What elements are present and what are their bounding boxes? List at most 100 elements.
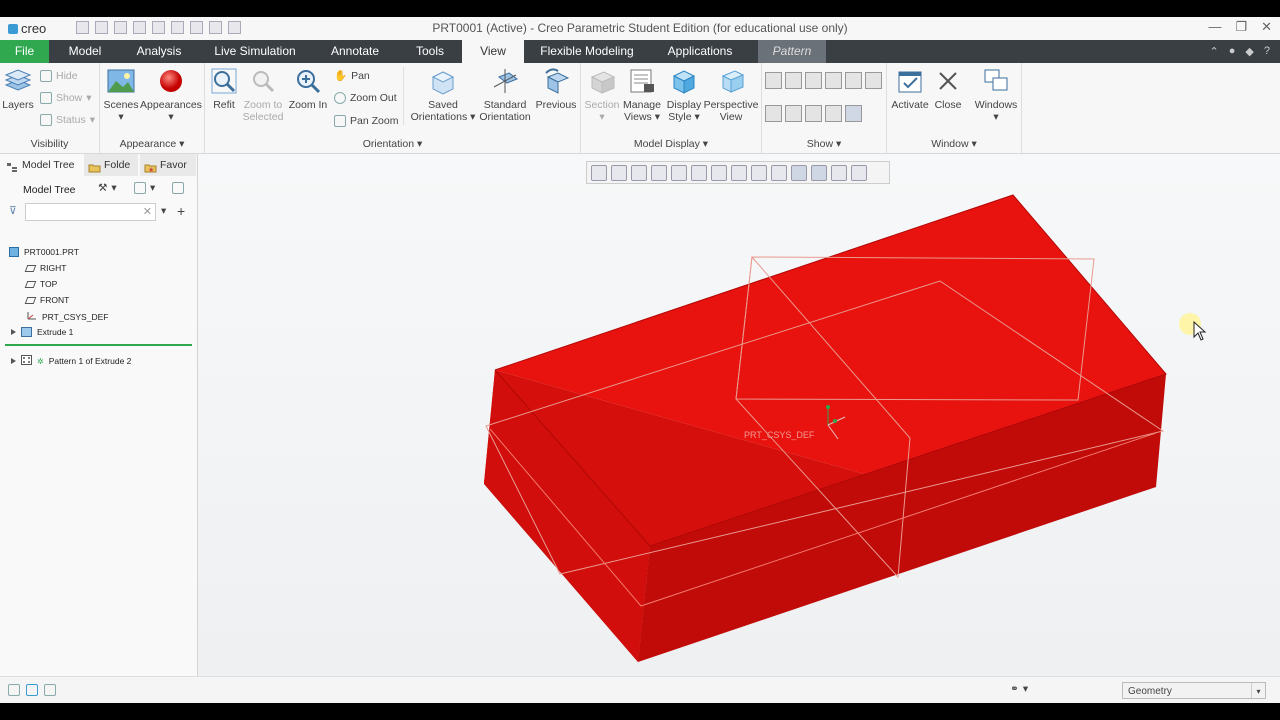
browser-icon[interactable] [26, 684, 38, 696]
hide-button[interactable]: Hide [40, 70, 78, 82]
chevron-down-icon: ▾ [86, 92, 92, 104]
csys-display-icon[interactable] [825, 72, 842, 89]
point-tag-icon[interactable] [785, 105, 802, 122]
annotation-display-icon[interactable] [865, 72, 882, 89]
tree-item-top[interactable]: TOP [24, 279, 57, 289]
plane-display-icon[interactable] [765, 72, 782, 89]
tree-item-pattern[interactable]: ✲ Pattern 1 of Extrude 2 [11, 355, 131, 367]
minimize-ribbon-icon[interactable]: ⌃ [1210, 45, 1219, 58]
community-icon[interactable]: ◆ [1245, 45, 1253, 58]
pan-zoom-button[interactable]: Pan Zoom [334, 115, 398, 127]
tree-tools-button[interactable]: ⚒ ▾ [98, 182, 117, 194]
find-button[interactable]: ⚭ ▾ [1010, 683, 1028, 695]
appearances-button[interactable]: Appearances ▾ [140, 67, 202, 123]
tree-item-right[interactable]: RIGHT [24, 263, 66, 273]
csys-tag-icon[interactable] [805, 105, 822, 122]
filter-options-button[interactable]: ▾ [161, 205, 166, 217]
close-button[interactable]: Close [931, 67, 965, 111]
point-display-icon[interactable] [805, 72, 822, 89]
show-button[interactable]: Show ▾ [40, 92, 92, 104]
tab-folder-browser[interactable]: Folde [84, 154, 138, 176]
help-icon[interactable]: ? [1264, 45, 1270, 58]
navigator-panel: Model Tree Folde ★ Favor Model Tree ⚒ ▾ … [0, 154, 198, 676]
svg-text:★: ★ [148, 166, 154, 173]
group-model-display: Section ▾ Manage Views ▾ Display Style ▾ [581, 63, 762, 153]
show-settings-button[interactable]: ▾ [134, 182, 155, 194]
tab-applications[interactable]: Applications [655, 40, 745, 63]
group-label[interactable]: Model Display ▾ [581, 138, 761, 150]
model-canvas: PRT_CSYS_DEF [484, 194, 1207, 662]
tab-annotate[interactable]: Annotate [318, 40, 392, 63]
favorites-icon: ★ [144, 159, 157, 174]
graphics-area[interactable]: PRT_CSYS_DEF [198, 154, 1280, 676]
tab-flexible-modeling[interactable]: Flexible Modeling [531, 40, 643, 63]
windows-button[interactable]: Windows ▾ [973, 67, 1019, 123]
tab-analysis[interactable]: Analysis [127, 40, 191, 63]
scenes-button[interactable]: Scenes ▾ [102, 67, 140, 123]
csys-label: PRT_CSYS_DEF [744, 430, 815, 440]
creo-window: creo PRT0001 (Active) - Creo Parametric … [0, 17, 1280, 703]
perspective-view-button[interactable]: Perspective View [703, 67, 759, 123]
zoom-out-button[interactable]: Zoom Out [334, 92, 397, 104]
expand-icon[interactable] [11, 329, 16, 335]
chevron-down-icon: ▾ [599, 111, 605, 123]
tab-favorites[interactable]: ★ Favor [140, 154, 196, 176]
section-button[interactable]: Section ▾ [583, 67, 621, 123]
pan-button[interactable]: ✋ Pan [334, 69, 370, 83]
clear-search-icon[interactable]: ✕ [143, 205, 152, 218]
minimize-icon[interactable]: — [1208, 19, 1221, 35]
tab-view[interactable]: View [462, 40, 524, 63]
tree-item-front[interactable]: FRONT [24, 295, 69, 305]
group-label[interactable]: Orientation ▾ [205, 138, 580, 150]
full-screen-icon[interactable] [44, 684, 56, 696]
add-filter-icon[interactable]: + [177, 203, 185, 219]
filter-icon[interactable]: ⊽ [9, 205, 17, 217]
toggle-navigator-icon[interactable] [8, 684, 20, 696]
chevron-down-icon: ▾ [168, 111, 174, 123]
tree-item-csys[interactable]: PRT_CSYS_DEF [26, 311, 108, 323]
group-label: Visibility [30, 138, 69, 150]
zoom-in-icon [294, 67, 322, 95]
spin-center-icon[interactable] [825, 105, 842, 122]
tree-columns-button[interactable] [172, 182, 184, 194]
group-label[interactable]: Show ▾ [762, 138, 886, 150]
status-button[interactable]: Status ▾ [40, 114, 95, 126]
layers-button[interactable]: Layers [2, 67, 34, 111]
display-style-button[interactable]: Display Style ▾ [665, 67, 703, 123]
tab-file[interactable]: File [0, 40, 49, 63]
tab-tools[interactable]: Tools [405, 40, 455, 63]
chevron-down-icon: ▾ [118, 111, 124, 123]
manage-views-button[interactable]: Manage Views ▾ [621, 67, 663, 123]
axis-tag-icon[interactable] [765, 105, 782, 122]
group-label[interactable]: Window ▾ [887, 138, 1021, 150]
plane-tag-icon[interactable] [845, 72, 862, 89]
tree-item-extrude-1[interactable]: Extrude 1 [11, 327, 73, 337]
tab-model-tree[interactable]: Model Tree [2, 154, 82, 176]
insert-indicator[interactable] [5, 344, 192, 346]
close-icon[interactable]: ✕ [1261, 19, 1272, 35]
tab-live-simulation[interactable]: Live Simulation [205, 40, 305, 63]
chevron-down-icon: ▾ [993, 111, 999, 123]
zoom-to-selected-button[interactable]: Zoom to Selected [241, 67, 285, 123]
saved-orientations-button[interactable]: Saved Orientations ▾ [409, 67, 477, 123]
refit-button[interactable]: Refit [207, 67, 241, 111]
standard-orientation-button[interactable]: Standard Orientation [475, 67, 535, 123]
activate-button[interactable]: Activate [891, 67, 929, 111]
tree-search-input[interactable]: ✕ [25, 203, 156, 221]
user-icon[interactable]: ● [1229, 45, 1236, 58]
maximize-icon[interactable]: ❐ [1235, 19, 1247, 35]
expand-icon[interactable] [11, 358, 16, 364]
tab-pattern[interactable]: Pattern [758, 40, 826, 63]
zoom-to-selected-icon [249, 67, 277, 95]
previous-orientation-icon [542, 67, 570, 95]
tab-model[interactable]: Model [56, 40, 114, 63]
csys-axes-icon[interactable] [845, 105, 862, 122]
axis-display-icon[interactable] [785, 72, 802, 89]
selection-filter-select[interactable]: Geometry ▾ [1122, 682, 1266, 699]
tree-item-part[interactable]: PRT0001.PRT [9, 247, 79, 257]
zoom-in-button[interactable]: Zoom In [287, 67, 329, 111]
previous-button[interactable]: Previous [535, 67, 577, 111]
group-label[interactable]: Appearance ▾ [100, 138, 204, 150]
saved-orientations-icon [429, 67, 457, 95]
part-icon [9, 247, 19, 257]
